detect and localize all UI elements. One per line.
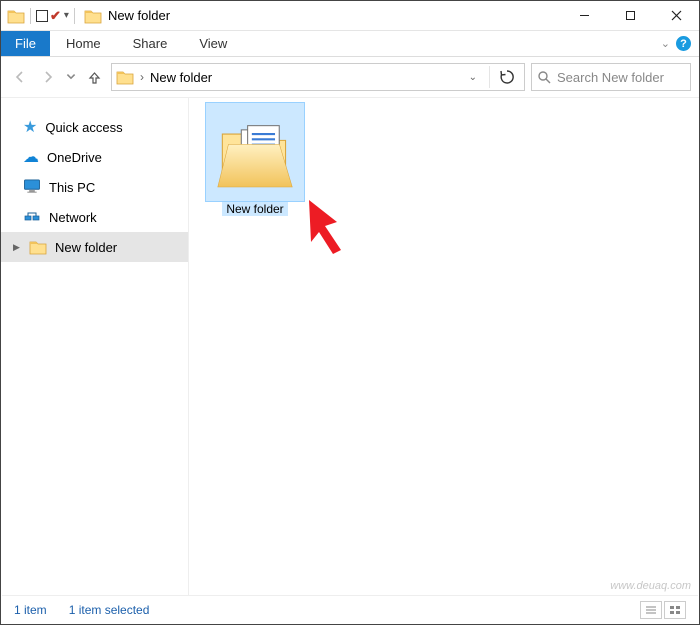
refresh-button[interactable]	[494, 64, 520, 90]
navigation-bar: › New folder ⌄ Search New folder	[1, 57, 699, 97]
file-thumbnail	[205, 102, 305, 202]
minimize-button[interactable]	[561, 1, 607, 31]
file-item-new-folder[interactable]: New folder	[205, 102, 305, 216]
qat-properties-icon[interactable]	[36, 10, 48, 22]
sidebar-item-onedrive[interactable]: ☁ OneDrive	[1, 142, 188, 172]
address-chevron-icon[interactable]: ›	[140, 70, 144, 84]
status-item-count: 1 item	[14, 603, 47, 617]
sidebar-item-label: Network	[49, 210, 97, 225]
window-folder-icon	[84, 7, 102, 25]
monitor-icon	[23, 179, 41, 196]
details-view-button[interactable]	[640, 601, 662, 619]
status-bar: 1 item 1 item selected	[2, 595, 698, 623]
tab-home[interactable]: Home	[50, 31, 117, 56]
main-area: ★ Quick access ☁ OneDrive This PC Networ…	[1, 97, 699, 615]
watermark: www.deuaq.com	[610, 580, 691, 592]
search-icon	[538, 71, 551, 84]
chevron-right-icon[interactable]: ▶	[13, 242, 21, 253]
maximize-button[interactable]	[607, 1, 653, 31]
sidebar-item-new-folder[interactable]: ▶ New folder	[1, 232, 188, 262]
cloud-icon: ☁	[23, 147, 39, 167]
search-input[interactable]: Search New folder	[531, 63, 691, 91]
sidebar-item-label: New folder	[55, 240, 117, 255]
sidebar-item-label: Quick access	[45, 120, 122, 135]
separator	[74, 8, 75, 24]
address-segment[interactable]: New folder	[150, 70, 212, 85]
sidebar-item-label: This PC	[49, 180, 95, 195]
folder-icon	[29, 238, 47, 256]
separator	[30, 8, 31, 24]
sidebar-item-this-pc[interactable]: This PC	[1, 172, 188, 202]
address-bar[interactable]: › New folder ⌄	[111, 63, 525, 91]
sidebar-item-quick-access[interactable]: ★ Quick access	[1, 112, 188, 142]
window-controls	[561, 1, 699, 31]
tab-view[interactable]: View	[183, 31, 243, 56]
star-icon: ★	[23, 117, 37, 137]
quick-access-toolbar: ✔ ▾	[1, 7, 78, 25]
address-dropdown-icon[interactable]: ⌄	[461, 72, 485, 83]
recent-locations-dropdown[interactable]	[65, 66, 77, 88]
navigation-pane: ★ Quick access ☁ OneDrive This PC Networ…	[1, 98, 189, 615]
file-tab[interactable]: File	[1, 31, 50, 56]
status-selected-count: 1 item selected	[69, 603, 150, 617]
search-placeholder: Search New folder	[557, 70, 664, 85]
ribbon-collapse-icon[interactable]: ⌄	[661, 37, 670, 50]
file-label[interactable]: New folder	[222, 202, 287, 216]
help-icon[interactable]: ?	[676, 36, 691, 51]
up-button[interactable]	[83, 66, 105, 88]
sidebar-item-label: OneDrive	[47, 150, 102, 165]
app-folder-icon	[7, 7, 25, 25]
window-title: New folder	[108, 8, 170, 23]
content-pane[interactable]: New folder	[189, 98, 699, 615]
back-button[interactable]	[9, 66, 31, 88]
folder-documents-icon	[216, 113, 294, 191]
separator	[489, 66, 490, 88]
tab-share[interactable]: Share	[117, 31, 184, 56]
forward-button[interactable]	[37, 66, 59, 88]
sidebar-item-network[interactable]: Network	[1, 202, 188, 232]
qat-check-icon[interactable]: ✔	[50, 8, 61, 24]
thumbnails-view-button[interactable]	[664, 601, 686, 619]
network-icon	[23, 209, 41, 226]
titlebar: ✔ ▾ New folder	[1, 1, 699, 31]
qat-dropdown-icon[interactable]: ▾	[64, 10, 69, 21]
close-button[interactable]	[653, 1, 699, 31]
address-folder-icon	[116, 68, 134, 86]
view-mode-buttons	[640, 601, 686, 619]
ribbon-tabs: File Home Share View ⌄ ?	[1, 31, 699, 57]
